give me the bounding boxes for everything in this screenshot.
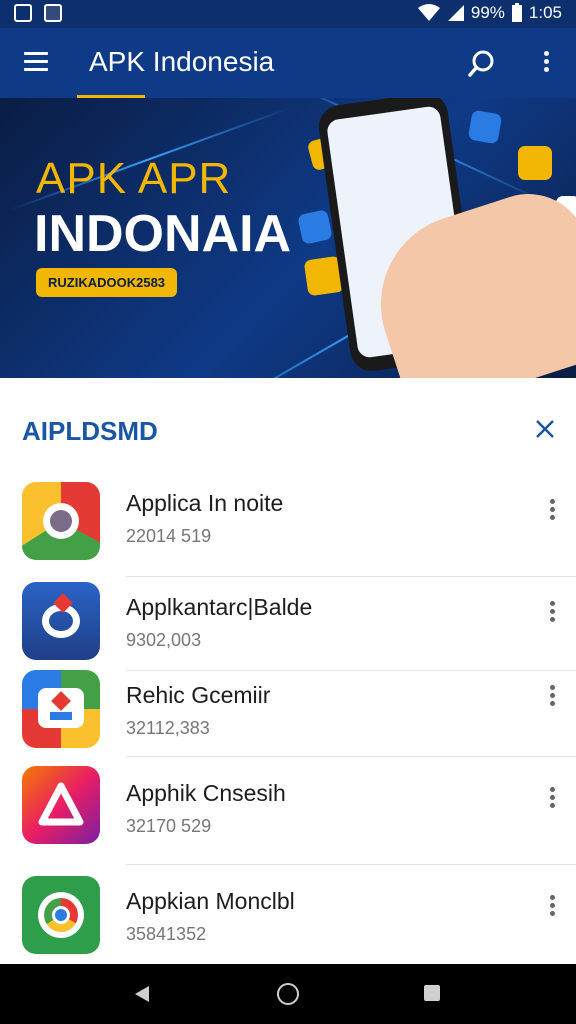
floating-app-icon xyxy=(467,109,503,145)
app-bar: APK Indonesia xyxy=(0,28,576,98)
banner-subheadline: INDONAIA xyxy=(34,205,292,263)
sheet-title: AIPLDSMD xyxy=(22,416,158,446)
app-title: APK Indonesia xyxy=(89,46,275,77)
app-icon xyxy=(22,670,100,748)
apps-sheet: AIPLDSMD Applica In noite 22014 519 Appl… xyxy=(0,378,576,964)
home-icon[interactable] xyxy=(276,982,300,1006)
list-item[interactable]: Applkantarc|Balde 9302,003 xyxy=(0,578,576,674)
app-name: Applkantarc|Balde xyxy=(126,594,313,620)
battery-icon xyxy=(511,3,522,22)
wifi-icon xyxy=(417,4,440,21)
more-options-icon[interactable] xyxy=(545,682,559,712)
recents-icon[interactable] xyxy=(423,984,441,1002)
app-icon xyxy=(22,876,100,954)
app-icon xyxy=(22,582,100,660)
app-icon xyxy=(22,766,100,844)
divider xyxy=(126,756,576,757)
more-options-icon[interactable] xyxy=(545,496,559,526)
app-meta: 9302,003 xyxy=(126,630,202,650)
app-meta: 32170 529 xyxy=(126,816,212,836)
floating-app-icon xyxy=(297,209,333,245)
more-options-icon[interactable] xyxy=(545,784,559,814)
app-meta: 22014 519 xyxy=(126,526,212,546)
divider xyxy=(126,576,576,577)
battery-percent: 99% xyxy=(470,3,505,22)
floating-app-icon xyxy=(518,146,552,180)
divider xyxy=(126,864,576,865)
promo-banner[interactable]: APK APR INDONAIA RUZIKADOOK2583 xyxy=(0,98,576,378)
menu-icon[interactable] xyxy=(24,52,48,72)
app-name: Applica In noite xyxy=(126,490,284,516)
search-icon[interactable] xyxy=(466,48,498,80)
close-icon[interactable] xyxy=(534,418,556,440)
more-options-icon[interactable] xyxy=(545,892,559,922)
clock: 1:05 xyxy=(528,3,562,22)
app-icon xyxy=(22,482,100,560)
app-meta: 35841352 xyxy=(126,924,207,944)
app-name: Apphik Cnsesih xyxy=(126,780,286,806)
banner-headline: APK APR xyxy=(36,154,232,203)
status-bar: 99% 1:05 xyxy=(0,0,576,28)
more-icon[interactable] xyxy=(536,48,556,78)
list-item[interactable]: Apphik Cnsesih 32170 529 xyxy=(0,762,576,858)
list-item[interactable]: Rehic Gcemiir 32112,383 xyxy=(0,670,576,766)
gallery-notification-icon xyxy=(14,4,32,22)
app-meta: 32112,383 xyxy=(126,718,210,738)
list-item[interactable]: Appkian Monclbl 35841352 xyxy=(0,872,576,968)
more-options-icon[interactable] xyxy=(545,598,559,628)
back-icon[interactable] xyxy=(132,984,152,1004)
system-nav-bar xyxy=(0,964,576,1024)
app-notification-icon xyxy=(44,4,62,22)
banner-badge[interactable]: RUZIKADOOK2583 xyxy=(36,268,178,297)
app-name: Appkian Monclbl xyxy=(126,888,295,914)
signal-icon xyxy=(447,5,464,21)
list-item[interactable]: Applica In noite 22014 519 xyxy=(0,478,576,574)
app-name: Rehic Gcemiir xyxy=(126,682,271,708)
